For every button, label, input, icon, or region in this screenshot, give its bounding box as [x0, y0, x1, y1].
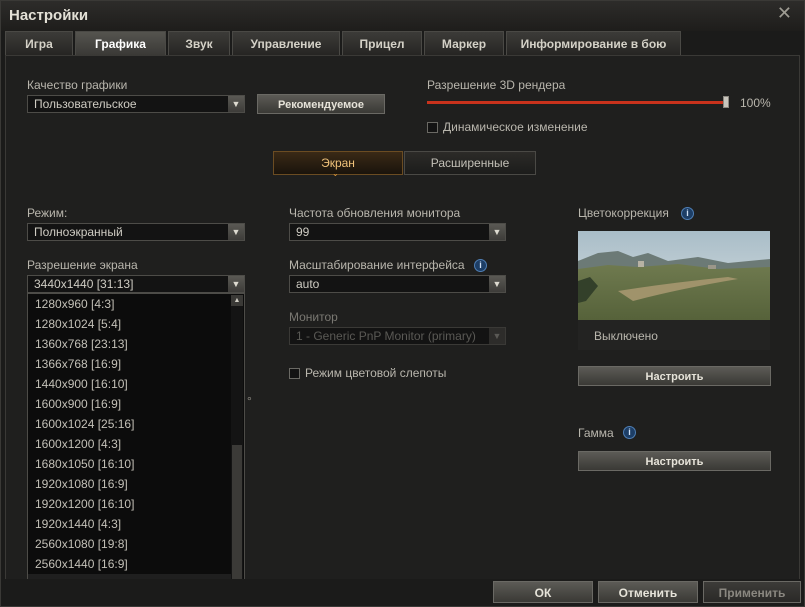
render-slider-fill: [427, 101, 729, 104]
ui-scale-label: Масштабирование интерфейса: [289, 258, 465, 272]
render-slider-handle[interactable]: [723, 96, 729, 108]
render-resolution-label: Разрешение 3D рендера: [427, 78, 566, 92]
mode-dropdown[interactable]: Полноэкранный ▼: [27, 223, 245, 241]
chevron-down-icon: ▼: [489, 328, 505, 344]
resolution-dropdown-list[interactable]: ▲ ▼ 1280x960 [4:3]1280x1024 [5:4]1360x76…: [27, 293, 245, 594]
resolution-option[interactable]: 1680x1050 [16:10]: [28, 454, 231, 474]
chevron-down-icon: ▼: [228, 224, 244, 240]
resolution-option[interactable]: 1920x1200 [16:10]: [28, 494, 231, 514]
ui-scale-value: auto: [296, 277, 320, 291]
tab-sound[interactable]: Звук: [168, 31, 230, 55]
chevron-down-icon: ▼: [228, 276, 244, 292]
color-correction-label: Цветокоррекция: [578, 206, 669, 220]
resolution-option[interactable]: 1920x1440 [4:3]: [28, 514, 231, 534]
tab-crosshair[interactable]: Прицел: [342, 31, 422, 55]
subtab-screen[interactable]: Экран ⌄: [273, 151, 403, 178]
chevron-down-icon: ▼: [489, 224, 505, 240]
refresh-rate-value: 99: [296, 225, 310, 239]
window-title: Настройки: [9, 7, 89, 24]
resolution-option[interactable]: 1280x960 [4:3]: [28, 294, 231, 314]
resolution-option[interactable]: 1920x1080 [16:9]: [28, 474, 231, 494]
monitor-label: Монитор: [289, 310, 338, 324]
resolution-option[interactable]: 2560x1440 [16:9]: [28, 554, 231, 574]
quality-label: Качество графики: [27, 78, 128, 92]
monitor-dropdown: 1 - Generic PnP Monitor (primary) ▼: [289, 327, 506, 345]
refresh-rate-label: Частота обновления монитора: [289, 206, 461, 220]
color-correction-configure-button[interactable]: Настроить: [578, 366, 771, 386]
resolution-option[interactable]: 1600x1200 [4:3]: [28, 434, 231, 454]
refresh-rate-dropdown[interactable]: 99 ▼: [289, 223, 506, 241]
resolution-option[interactable]: 1600x1024 [25:16]: [28, 414, 231, 434]
resolution-option[interactable]: 1360x768 [23:13]: [28, 334, 231, 354]
resolution-dropdown[interactable]: 3440x1440 [31:13] ▼: [27, 275, 245, 293]
colorblind-checkbox[interactable]: [289, 368, 300, 379]
mode-label: Режим:: [27, 206, 68, 220]
gamma-configure-button[interactable]: Настроить: [578, 451, 771, 471]
info-icon[interactable]: i: [681, 207, 694, 220]
recommended-button[interactable]: Рекомендуемое: [257, 94, 385, 114]
ok-button[interactable]: ОК: [493, 581, 593, 603]
resolution-option[interactable]: 1440x900 [16:10]: [28, 374, 231, 394]
hidden-degree-text: °: [247, 394, 252, 408]
ui-scale-dropdown[interactable]: auto ▼: [289, 275, 506, 293]
resolution-label: Разрешение экрана: [27, 258, 138, 272]
tab-controls[interactable]: Управление: [232, 31, 340, 55]
resolution-option[interactable]: 2560x1080 [19:8]: [28, 534, 231, 554]
dynamic-change-checkbox[interactable]: [427, 122, 438, 133]
apply-button[interactable]: Применить: [703, 581, 801, 603]
resolution-scrollbar[interactable]: ▲ ▼: [231, 295, 243, 592]
cancel-button[interactable]: Отменить: [598, 581, 698, 603]
resolution-option[interactable]: 1280x1024 [5:4]: [28, 314, 231, 334]
render-slider[interactable]: [427, 96, 729, 108]
active-marker-icon: ⌄: [332, 169, 339, 178]
monitor-value: 1 - Generic PnP Monitor (primary): [296, 329, 476, 343]
tab-marker[interactable]: Маркер: [424, 31, 504, 55]
quality-dropdown[interactable]: Пользовательское ▼: [27, 95, 245, 113]
colorblind-label: Режим цветовой слепоты: [305, 366, 447, 380]
resolution-value: 3440x1440 [31:13]: [34, 277, 134, 291]
subtab-advanced[interactable]: Расширенные: [404, 151, 536, 175]
color-correction-preview: Выключено: [578, 231, 770, 350]
tab-graphics[interactable]: Графика: [75, 31, 166, 55]
gamma-label: Гамма: [578, 426, 614, 440]
chevron-down-icon: ▼: [228, 96, 244, 112]
title-bar[interactable]: Настройки ✕: [1, 1, 804, 31]
settings-window: Настройки ✕ Игра Графика Звук Управление…: [0, 0, 805, 607]
quality-value: Пользовательское: [34, 97, 137, 111]
scrollbar-thumb[interactable]: [232, 445, 242, 579]
dynamic-change-label: Динамическое изменение: [443, 120, 588, 134]
chevron-down-icon: ▼: [489, 276, 505, 292]
tab-battle-notifications[interactable]: Информирование в бою: [506, 31, 681, 55]
render-resolution-value: 100%: [740, 96, 771, 110]
info-icon[interactable]: i: [474, 259, 487, 272]
mode-value: Полноэкранный: [34, 225, 123, 239]
resolution-option[interactable]: 1366x768 [16:9]: [28, 354, 231, 374]
subtab-screen-label: Экран: [321, 156, 355, 170]
close-icon[interactable]: ✕: [777, 3, 792, 24]
color-correction-status: Выключено: [594, 329, 658, 343]
landscape-preview-image: [578, 231, 770, 320]
info-icon[interactable]: i: [623, 426, 636, 439]
tab-game[interactable]: Игра: [5, 31, 73, 55]
scroll-up-icon[interactable]: ▲: [231, 295, 243, 306]
resolution-option[interactable]: 1600x900 [16:9]: [28, 394, 231, 414]
